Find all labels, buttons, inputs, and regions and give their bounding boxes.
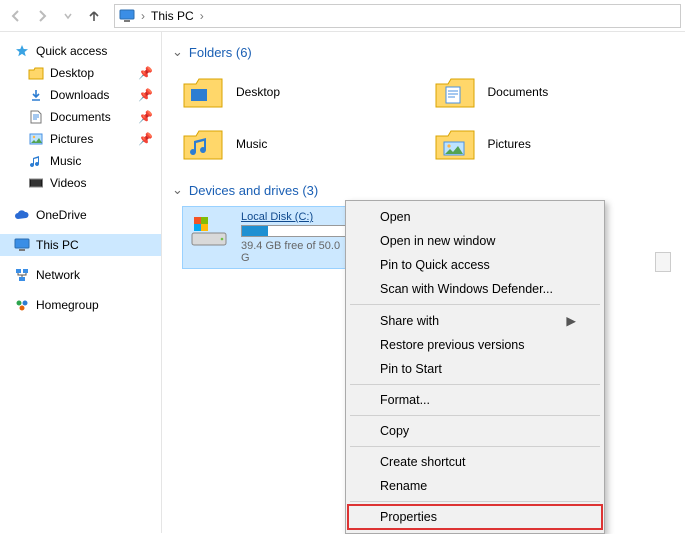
folder-icon bbox=[28, 65, 44, 81]
separator bbox=[350, 384, 600, 385]
breadcrumb-separator-icon: › bbox=[200, 9, 204, 23]
context-menu-item[interactable]: Share with▶ bbox=[348, 308, 602, 333]
folder-icon bbox=[182, 124, 224, 164]
sidebar-item-label: Documents bbox=[50, 110, 111, 124]
context-menu-item[interactable]: Pin to Quick access bbox=[348, 253, 602, 277]
sidebar-item-label: Quick access bbox=[36, 44, 107, 58]
horizontal-scrollbar[interactable] bbox=[655, 252, 671, 272]
context-menu-item[interactable]: Copy bbox=[348, 419, 602, 443]
sidebar-item-desktop[interactable]: Desktop 📌 bbox=[0, 62, 161, 84]
star-icon bbox=[14, 43, 30, 59]
pin-icon: 📌 bbox=[138, 110, 153, 124]
sidebar-item-music[interactable]: Music bbox=[0, 150, 161, 172]
sidebar-item-label: Videos bbox=[50, 176, 86, 190]
folder-documents[interactable]: Documents bbox=[434, 68, 676, 116]
drive-title: Local Disk (C:) bbox=[241, 211, 351, 223]
context-menu-item[interactable]: Rename bbox=[348, 474, 602, 498]
drive-icon bbox=[189, 211, 229, 251]
recent-dropdown[interactable] bbox=[56, 4, 80, 28]
navigation-pane: Quick access Desktop 📌 Downloads 📌 Docum… bbox=[0, 32, 162, 533]
drive-free-space: 39.4 GB free of 50.0 G bbox=[241, 240, 351, 264]
context-menu-item[interactable]: Restore previous versions bbox=[348, 333, 602, 357]
this-pc-icon bbox=[14, 237, 30, 253]
this-pc-icon bbox=[119, 8, 135, 24]
context-menu-item[interactable]: Properties bbox=[348, 505, 602, 529]
folder-desktop[interactable]: Desktop bbox=[182, 68, 424, 116]
folder-pictures[interactable]: Pictures bbox=[434, 120, 676, 168]
context-menu-item[interactable]: Scan with Windows Defender... bbox=[348, 277, 602, 301]
sidebar-quick-access[interactable]: Quick access bbox=[0, 40, 161, 62]
back-button[interactable] bbox=[4, 4, 28, 28]
context-menu-item[interactable]: Open bbox=[348, 205, 602, 229]
sidebar-homegroup[interactable]: Homegroup bbox=[0, 294, 161, 316]
sidebar-item-pictures[interactable]: Pictures 📌 bbox=[0, 128, 161, 150]
separator bbox=[350, 446, 600, 447]
music-icon bbox=[28, 153, 44, 169]
folder-icon bbox=[434, 124, 476, 164]
sidebar-network[interactable]: Network bbox=[0, 264, 161, 286]
sidebar-item-label: Music bbox=[50, 154, 81, 168]
pin-icon: 📌 bbox=[138, 88, 153, 102]
picture-icon bbox=[28, 131, 44, 147]
folder-label: Desktop bbox=[236, 85, 280, 99]
sidebar-this-pc[interactable]: This PC bbox=[0, 234, 161, 256]
folder-label: Music bbox=[236, 137, 267, 151]
cloud-icon bbox=[14, 207, 30, 223]
sidebar-item-label: Network bbox=[36, 268, 80, 282]
folder-label: Documents bbox=[488, 85, 549, 99]
separator bbox=[350, 415, 600, 416]
context-menu-item[interactable]: Pin to Start bbox=[348, 357, 602, 381]
chevron-down-icon: ⌄ bbox=[172, 44, 183, 60]
folder-label: Pictures bbox=[488, 137, 531, 151]
sidebar-item-documents[interactable]: Documents 📌 bbox=[0, 106, 161, 128]
forward-button[interactable] bbox=[30, 4, 54, 28]
sidebar-item-label: Downloads bbox=[50, 88, 109, 102]
folder-icon bbox=[434, 72, 476, 112]
sidebar-item-label: Pictures bbox=[50, 132, 93, 146]
pin-icon: 📌 bbox=[138, 66, 153, 80]
chevron-down-icon: ⌄ bbox=[172, 182, 183, 198]
context-menu-item[interactable]: Open in new window bbox=[348, 229, 602, 253]
address-bar[interactable]: › This PC › bbox=[114, 4, 681, 28]
pin-icon: 📌 bbox=[138, 132, 153, 146]
sidebar-onedrive[interactable]: OneDrive bbox=[0, 204, 161, 226]
document-icon bbox=[28, 109, 44, 125]
navigation-toolbar: › This PC › bbox=[0, 0, 685, 32]
drive-usage-bar bbox=[241, 225, 351, 237]
breadcrumb[interactable]: This PC bbox=[151, 9, 194, 23]
sidebar-item-downloads[interactable]: Downloads 📌 bbox=[0, 84, 161, 106]
submenu-arrow-icon: ▶ bbox=[566, 313, 576, 328]
folder-music[interactable]: Music bbox=[182, 120, 424, 168]
up-button[interactable] bbox=[82, 4, 106, 28]
download-icon bbox=[28, 87, 44, 103]
folder-icon bbox=[182, 72, 224, 112]
homegroup-icon bbox=[14, 297, 30, 313]
sidebar-item-videos[interactable]: Videos bbox=[0, 172, 161, 194]
separator bbox=[350, 304, 600, 305]
sidebar-item-label: Desktop bbox=[50, 66, 94, 80]
drive-local-disk-c[interactable]: Local Disk (C:) 39.4 GB free of 50.0 G bbox=[182, 206, 352, 269]
context-menu: OpenOpen in new windowPin to Quick acces… bbox=[345, 200, 605, 534]
context-menu-item[interactable]: Create shortcut bbox=[348, 450, 602, 474]
separator bbox=[350, 501, 600, 502]
video-icon bbox=[28, 175, 44, 191]
network-icon bbox=[14, 267, 30, 283]
drives-section-header[interactable]: ⌄ Devices and drives (3) bbox=[172, 182, 675, 198]
sidebar-item-label: Homegroup bbox=[36, 298, 99, 312]
sidebar-item-label: OneDrive bbox=[36, 208, 87, 222]
folders-section-header[interactable]: ⌄ Folders (6) bbox=[172, 44, 675, 60]
breadcrumb-separator-icon: › bbox=[141, 9, 145, 23]
sidebar-item-label: This PC bbox=[36, 238, 79, 252]
context-menu-item[interactable]: Format... bbox=[348, 388, 602, 412]
